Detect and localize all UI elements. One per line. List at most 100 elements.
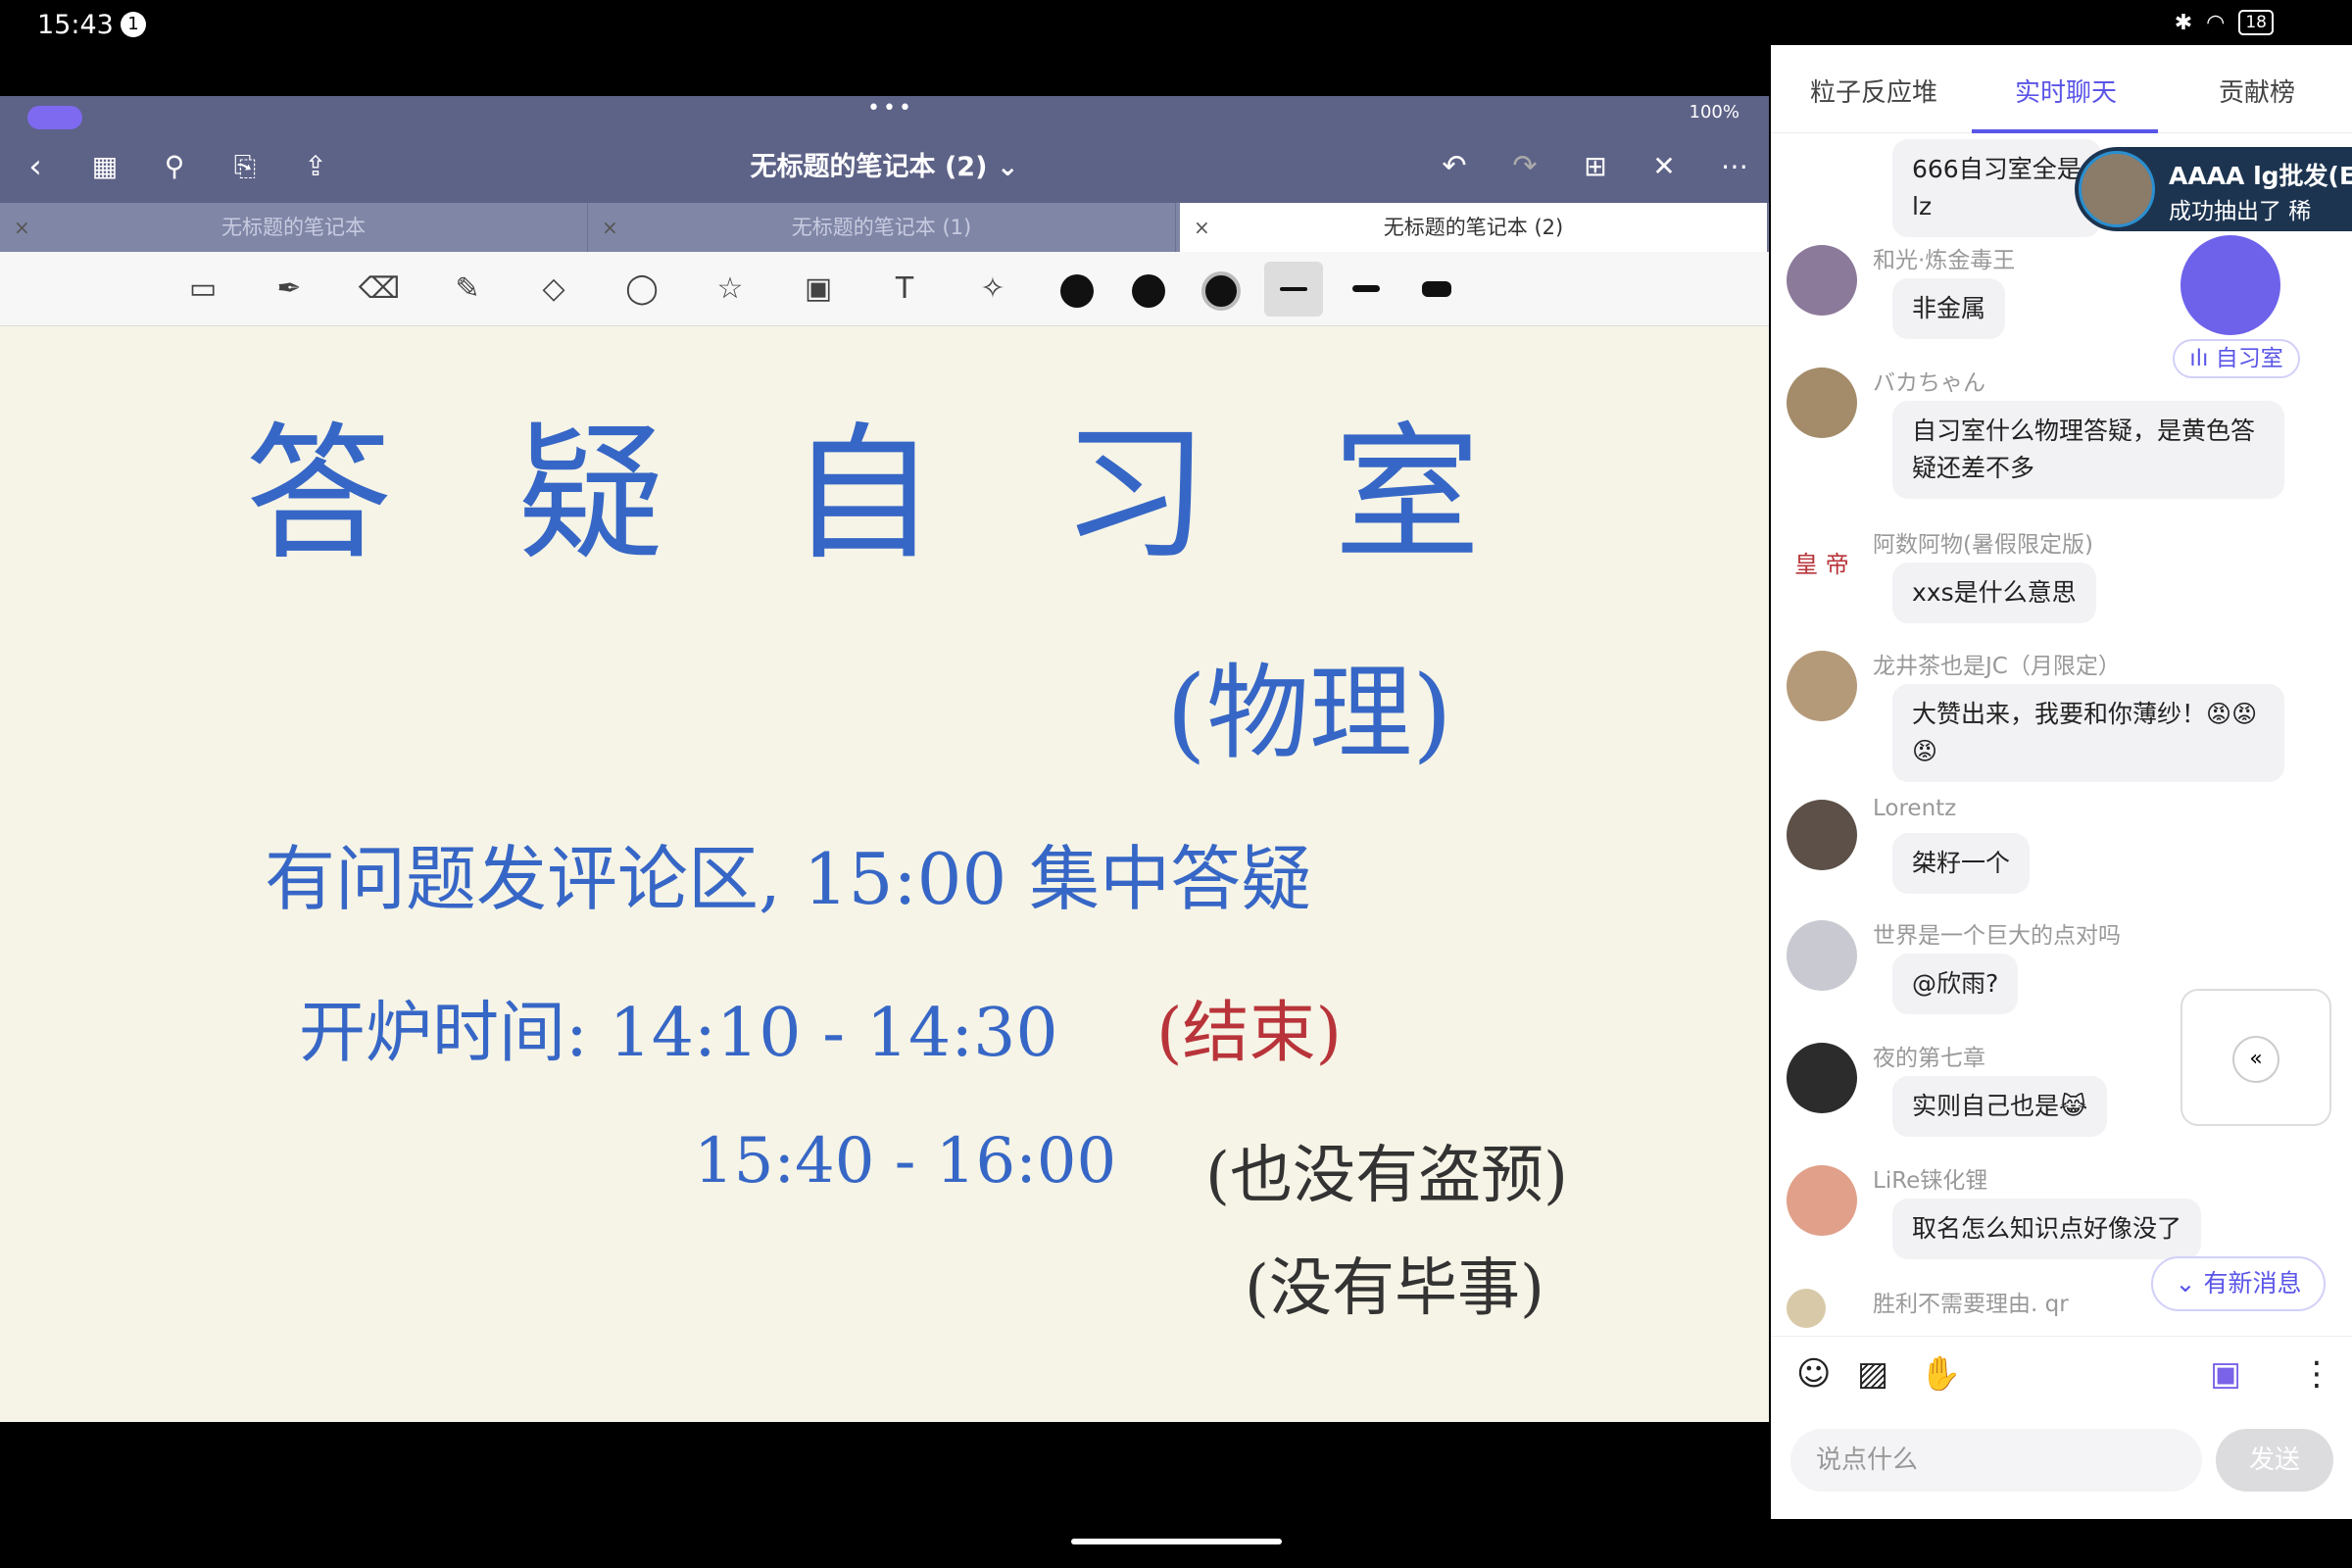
message-text[interactable]: 大赞出来，我要和你薄纱！😡😡 😡	[1892, 684, 2284, 782]
color-black-3[interactable]	[1201, 271, 1241, 311]
text-icon[interactable]: T	[880, 270, 929, 309]
avatar[interactable]	[1787, 1043, 1857, 1113]
handwriting-line5-note: (也没有盗预)	[1205, 1140, 1568, 1212]
color-black-2[interactable]	[1132, 274, 1165, 308]
avatar[interactable]	[1787, 368, 1857, 438]
status-icons: ✱ ◠ 18	[2175, 10, 2274, 35]
username[interactable]: 龙井茶也是JC（月限定）	[1873, 647, 2121, 680]
avatar[interactable]: 皇 帝	[1787, 529, 1857, 600]
more-icon[interactable]: ⋯	[1713, 147, 1756, 186]
notebook-title[interactable]: 无标题的笔记本 (2) ⌄	[686, 145, 1083, 183]
message-text[interactable]: @欣雨?	[1892, 954, 2019, 1014]
tab-live-chat[interactable]: 实时聊天	[1969, 73, 2163, 109]
collapse-panel-button[interactable]: «	[2180, 989, 2331, 1126]
thickness-thin	[1280, 287, 1307, 291]
toast-subtitle: 成功抽出了 稀	[2169, 199, 2312, 224]
raise-hand-icon[interactable]: ✋	[1920, 1354, 1961, 1394]
message-text[interactable]: 666自习室全是 lz	[1892, 139, 2101, 237]
highlighter-icon[interactable]: ✎	[443, 270, 492, 309]
username[interactable]: 和光·炼金毒王	[1873, 241, 2015, 274]
emoji-icon[interactable]: ☺	[1796, 1354, 1831, 1394]
gift-toast[interactable]: AAAA lg批发(E 成功抽出了 稀	[2075, 147, 2352, 231]
back-icon[interactable]: ‹	[14, 147, 57, 186]
home-indicator[interactable]	[1071, 1539, 1282, 1544]
redo-icon[interactable]: ↷	[1503, 147, 1546, 186]
message-text[interactable]: xxs是什么意思	[1892, 563, 2096, 623]
tab-notebook-2[interactable]: × 无标题的笔记本 (2)	[1180, 203, 1768, 252]
close-tools-icon[interactable]: ✕	[1642, 147, 1686, 186]
avatar[interactable]	[1787, 245, 1857, 316]
thickness-thick[interactable]	[1422, 281, 1451, 297]
share-icon[interactable]: ⇪	[294, 147, 337, 186]
handwriting-title: 答 疑 自 习 室	[245, 410, 1520, 580]
sticker-icon[interactable]: ☆	[706, 270, 755, 309]
status-time: 15:43	[37, 10, 114, 40]
send-button[interactable]: 发送	[2216, 1429, 2333, 1492]
tab-notebook-1[interactable]: × 无标题的笔记本 (1)	[588, 203, 1176, 252]
pen-icon[interactable]: ✒	[265, 270, 314, 309]
close-icon[interactable]: ×	[1194, 203, 1210, 252]
avatar[interactable]	[1787, 920, 1857, 991]
chat-composer: ☺ ▨ ✋ ▣ ⋮ 说点什么 发送	[1771, 1336, 2352, 1519]
message-text[interactable]: 取名怎么知识点好像没了	[1892, 1199, 2202, 1259]
image-icon[interactable]: ▣	[794, 270, 843, 309]
bookmark-icon[interactable]: ⎘	[223, 147, 267, 186]
username[interactable]: 胜利不需要理由. qr	[1873, 1285, 2069, 1318]
thickness-medium[interactable]	[1352, 285, 1380, 292]
message-content: 取名怎么知识点好像没了	[1912, 1214, 2182, 1243]
toast-title: AAAA lg批发(E	[2169, 162, 2352, 190]
note-page[interactable]: 答 疑 自 习 室 (物理) 有问题发评论区, 15:00 集中答疑 开炉时间:…	[0, 326, 1769, 1422]
live-video[interactable]: ••• 100% ‹ ▦ ⚲ ⎘ ⇪ 无标题的笔记本 (2) ⌄ ↶ ↷ ⊞ ✕…	[0, 96, 1769, 1422]
close-icon[interactable]: ×	[14, 203, 30, 252]
laser-icon[interactable]: ✧	[968, 270, 1017, 309]
message-text[interactable]: 自习室什么物理答疑，是黄色答 疑还差不多	[1892, 401, 2284, 499]
avatar[interactable]	[1787, 800, 1857, 870]
message-content: xxs是什么意思	[1912, 578, 2077, 607]
page-layout-icon[interactable]: ▭	[178, 270, 227, 309]
tab-underline	[1972, 129, 2158, 133]
image-icon[interactable]: ▨	[1857, 1354, 1888, 1394]
message-content: 666自习室全是 lz	[1912, 155, 2082, 220]
new-messages-button[interactable]: ⌄ 有新消息	[2151, 1256, 2326, 1311]
username[interactable]: 世界是一个巨大的点对吗	[1873, 916, 2121, 950]
gift-icon[interactable]: ▣	[2210, 1354, 2241, 1394]
avatar[interactable]	[1787, 1165, 1857, 1236]
chat-panel: 粒子反应堆 实时聊天 贡献榜 666自习室全是 lz 和光·炼金毒王 非金属 バ…	[1771, 45, 2352, 1519]
multitask-dots-icon: •••	[867, 96, 914, 121]
username[interactable]: 夜的第七章	[1873, 1039, 1985, 1072]
message-text[interactable]: 非金属	[1892, 278, 2006, 339]
tab-particle-reactor[interactable]: 粒子反应堆	[1777, 73, 1971, 109]
username[interactable]: LiRe铼化锂	[1873, 1161, 1987, 1195]
avatar[interactable]	[1787, 651, 1857, 721]
eraser-icon[interactable]: ⌫	[355, 270, 404, 309]
username[interactable]: バカちゃん	[1873, 364, 1985, 397]
close-icon[interactable]: ×	[602, 203, 618, 252]
tab-contribution-rank[interactable]: 贡献榜	[2160, 73, 2352, 109]
message-text[interactable]: 桀籽一个	[1892, 833, 2031, 894]
color-black-1[interactable]	[1060, 274, 1094, 308]
chat-input[interactable]: 说点什么	[1790, 1429, 2202, 1492]
toast-avatar	[2079, 151, 2155, 227]
ipad-app-badge	[27, 106, 82, 129]
handwriting-line4: 开炉时间: 14:10 - 14:30	[299, 995, 1058, 1072]
undo-icon[interactable]: ↶	[1433, 147, 1476, 186]
add-page-icon[interactable]: ⊞	[1574, 147, 1617, 186]
more-vertical-icon[interactable]: ⋮	[2300, 1354, 2333, 1394]
message-content: @欣雨?	[1912, 969, 1999, 998]
username[interactable]: Lorentz	[1873, 796, 1956, 821]
double-chevron-left-icon: «	[2232, 1036, 2279, 1083]
drawing-tools: ▭ ✒ ⌫ ✎ ◇ ◯ ☆ ▣ T ✧	[0, 252, 1769, 326]
tab-label: 无标题的笔记本	[221, 216, 366, 239]
study-room-button[interactable]: ılı 自习室	[2173, 339, 2300, 378]
shapes-icon[interactable]: ◇	[529, 270, 578, 309]
message-content: 非金属	[1912, 294, 1986, 322]
message-text[interactable]: 实则自己也是😹	[1892, 1076, 2108, 1137]
lasso-icon[interactable]: ◯	[617, 270, 666, 309]
study-room-icon[interactable]	[2177, 231, 2284, 339]
handwriting-line5: 15:40 - 16:00	[694, 1125, 1117, 1198]
tab-notebook-0[interactable]: × 无标题的笔记本	[0, 203, 588, 252]
avatar[interactable]	[1787, 1289, 1826, 1328]
username[interactable]: 阿数阿物(暑假限定版)	[1873, 525, 2093, 559]
search-icon[interactable]: ⚲	[153, 147, 196, 186]
grid-icon[interactable]: ▦	[83, 147, 126, 186]
